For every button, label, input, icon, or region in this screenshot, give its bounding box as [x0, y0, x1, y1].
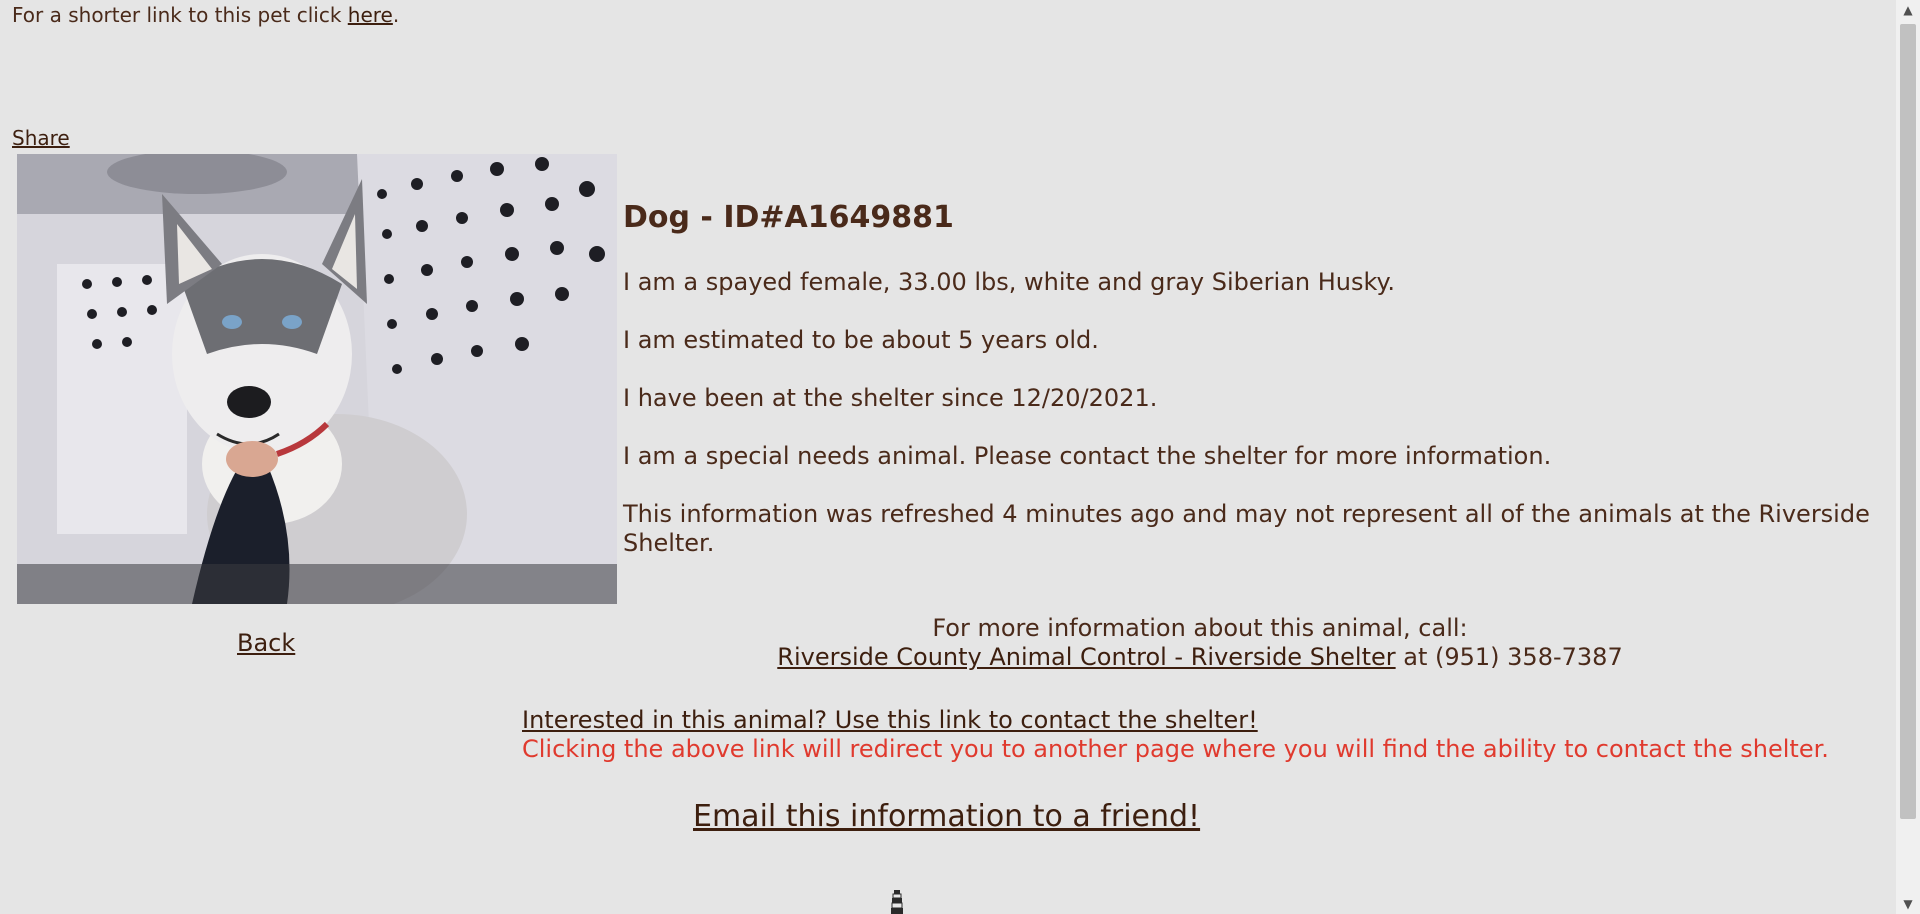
vertical-scrollbar[interactable]: ▲ ▼ [1896, 0, 1920, 914]
email-friend-link[interactable]: Email this information to a friend! [693, 798, 1200, 836]
shelter-phone: at (951) 358-7387 [1395, 643, 1623, 671]
interest-block: Interested in this animal? Use this link… [522, 706, 1829, 764]
pet-special-needs: I am a special needs animal. Please cont… [623, 442, 1552, 470]
shelter-link[interactable]: Riverside County Animal Control - Rivers… [777, 643, 1395, 671]
short-link-prefix: For a shorter link to this pet click [12, 3, 348, 27]
share-link[interactable]: Share [12, 126, 70, 150]
pet-description: I am a spayed female, 33.00 lbs, white a… [623, 268, 1395, 296]
chevron-up-icon[interactable]: ▲ [1896, 0, 1920, 20]
contact-intro: For more information about this animal, … [932, 614, 1468, 642]
lighthouse-icon [891, 890, 903, 914]
contact-info: For more information about this animal, … [560, 614, 1840, 672]
short-link-note: For a shorter link to this pet click her… [12, 3, 399, 27]
short-link-here[interactable]: here [348, 3, 393, 27]
contact-shelter-link[interactable]: Interested in this animal? Use this link… [522, 706, 1258, 734]
redirect-note: Clicking the above link will redirect yo… [522, 735, 1829, 763]
pet-shelter-since: I have been at the shelter since 12/20/2… [623, 384, 1158, 412]
pet-title: Dog - ID#A1649881 [623, 200, 954, 235]
refresh-note: This information was refreshed 4 minutes… [623, 500, 1870, 557]
short-link-suffix: . [392, 3, 400, 27]
pet-age: I am estimated to be about 5 years old. [623, 326, 1099, 354]
pet-photo [17, 154, 617, 604]
scroll-thumb[interactable] [1900, 24, 1916, 819]
contact-line: Riverside County Animal Control - Rivers… [560, 643, 1840, 672]
husky-photo-illustration [17, 154, 617, 604]
back-link[interactable]: Back [237, 628, 295, 658]
chevron-down-icon[interactable]: ▼ [1896, 894, 1920, 914]
